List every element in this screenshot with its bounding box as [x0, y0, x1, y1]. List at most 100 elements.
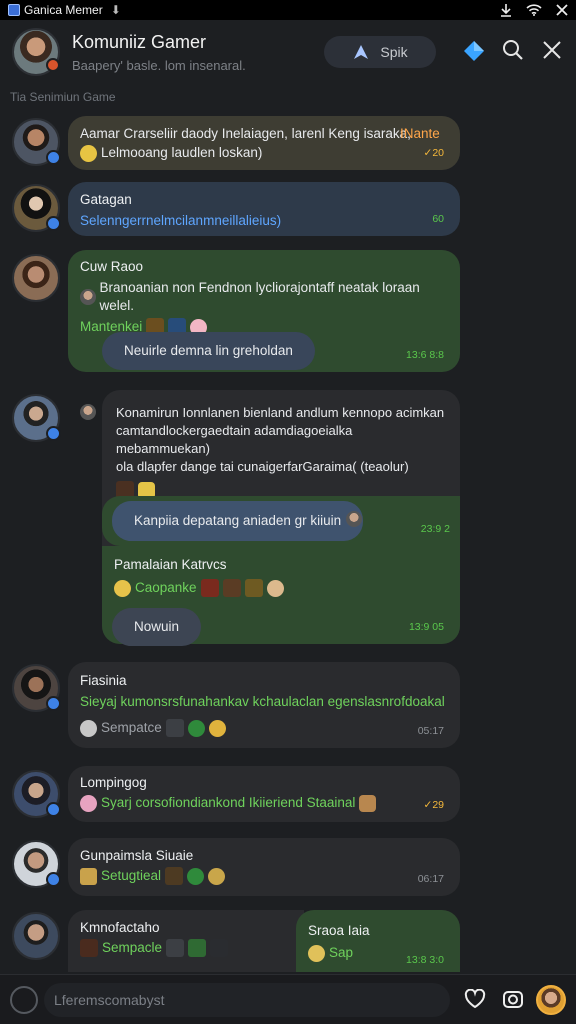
user-avatar[interactable] [536, 985, 566, 1015]
avatar[interactable] [12, 912, 60, 960]
sender-name: Gunpaimsla Siuaie [80, 848, 194, 863]
chat-title: Komuniiz Gamer [72, 31, 207, 52]
nested-reply-pill[interactable]: Nowuin [112, 608, 202, 646]
avatar[interactable] [12, 840, 61, 888]
reply-pill[interactable]: Neuirle demna lin greholdan [102, 332, 315, 370]
sticker-icon [187, 719, 205, 737]
message-bubble[interactable]: Kmnofactaho Sempacle [68, 910, 304, 972]
camera-icon[interactable] [502, 989, 524, 1009]
message-highlight-name: INante [400, 126, 440, 141]
sender-name: Gatagan [80, 192, 132, 207]
sender-name: Lompingog [80, 775, 147, 790]
avatar[interactable] [12, 254, 60, 302]
reply-bubble[interactable]: Kanpiia depatang aniaden gr kiiuin 23:9 … [102, 496, 460, 546]
search-icon[interactable] [502, 39, 524, 61]
sticker-icon [165, 719, 184, 737]
speak-button[interactable]: Spik [324, 36, 436, 68]
face-emoji-icon [266, 579, 284, 597]
avatar[interactable] [12, 184, 61, 232]
sender-name: Kmnofactaho [80, 920, 160, 935]
download-arrow-icon [501, 4, 511, 17]
message-bubble[interactable]: Lompingog Syarj corsofiondiankond Ikiier… [68, 766, 460, 822]
send-arrow-icon [354, 45, 369, 59]
sticker-icon [166, 939, 185, 957]
sticker-icon [244, 579, 263, 597]
group-avatar[interactable] [12, 28, 60, 76]
flower-emoji-icon [80, 794, 97, 812]
sticker-icon [222, 579, 241, 597]
message-input[interactable]: Lferemscomabyst [44, 983, 450, 1017]
wifi-icon [526, 4, 542, 16]
speak-button-label: Spik [380, 44, 408, 60]
message-bubble[interactable]: Cuw Raoo Branoanian non Fendnon lycliora… [68, 250, 460, 372]
message-text: Branoanian non Fendnon lycliorajontaff n… [99, 280, 420, 313]
message-time: 60 [432, 213, 444, 225]
avatar[interactable] [12, 770, 61, 818]
message-time: 06:17 [417, 873, 444, 885]
nested-message-bubble[interactable]: Pamalaian Katrvcs Caopanke Nowuin 13:9 0… [102, 546, 460, 646]
nested-sender-name: Pamalaian Katrvcs [114, 557, 227, 572]
message-time: ✓29 [423, 799, 444, 811]
bee-emoji-icon [80, 144, 97, 162]
avatar[interactable] [12, 118, 61, 166]
section-label: Tia Senimiun Game [10, 90, 116, 104]
nested-message-text: Caopanke [135, 580, 197, 595]
emoji-icon [114, 579, 131, 597]
message-bubble[interactable]: Sraoa Iaia Sap 13:8 3:0 [296, 910, 460, 972]
message-time: 13:8 3:0 [406, 954, 444, 966]
quote-line-3: ola dlapfer dange tai cunaigerfarGaraima… [116, 459, 409, 474]
message-bubble[interactable]: Aamar Crarseliir daody Inelaiagen, laren… [68, 116, 460, 170]
verified-badge-icon [46, 216, 61, 231]
face-emoji-icon [208, 867, 226, 885]
quote-line-2: camtandlockergaedtain adamdiagoeialka me… [116, 423, 353, 456]
message-bubble[interactable]: Gunpaimsla Siuaie Setugtieal 06:17 [68, 838, 460, 896]
verified-badge-icon [46, 426, 61, 441]
message-subtext: Sempatce [101, 720, 162, 735]
chat-header: Komuniiz Gamer Baapery' basle. lom insen… [0, 20, 576, 84]
message-text: Aamar Crarseliir daody Inelaiagen, laren… [80, 126, 411, 141]
reply-text: Neuirle demna lin greholdan [124, 343, 293, 358]
emoji-icon [80, 719, 97, 737]
verified-badge-icon [46, 696, 61, 711]
message-time: ✓20 [423, 147, 444, 159]
close-icon[interactable] [542, 40, 562, 60]
sender-name: Sraoa Iaia [308, 923, 370, 938]
download-icon: ⬇ [110, 3, 121, 17]
quote-line-1: Konamirun Ionnlanen bienland andlum kenn… [116, 405, 445, 420]
status-bar: Ganica Memer ⬇ [0, 0, 576, 20]
nested-reply-text: Nowuin [134, 619, 180, 634]
sticker-icon [187, 867, 205, 885]
sticker-icon [165, 867, 184, 885]
chat-subtitle: Baapery' basle. lom insenaral. [72, 57, 246, 73]
message-composer: Lferemscomabyst [0, 974, 576, 1024]
message-input-placeholder: Lferemscomabyst [54, 992, 165, 1008]
group-badge [46, 58, 60, 72]
mini-avatar [80, 404, 96, 420]
reply-pill[interactable]: Kanpiia depatang aniaden gr kiiuin [112, 501, 364, 541]
message-bubble[interactable]: Gatagan Selenngerrnelmcilanmneillalieius… [68, 182, 460, 236]
mini-avatar [346, 511, 362, 527]
header-titles[interactable]: Komuniiz Gamer Baapery' basle. lom insen… [72, 32, 246, 73]
heart-icon[interactable] [464, 989, 486, 1009]
sender-name: Fiasinia [80, 673, 127, 688]
face-emoji-icon [208, 719, 226, 737]
sticker-icon [80, 939, 98, 957]
reply-time: 23:9 2 [420, 523, 450, 535]
message-time: 05:17 [417, 725, 444, 737]
mic-icon[interactable] [10, 986, 38, 1014]
message-text: Sempacle [102, 940, 163, 955]
reply-pill-text: Kanpiia depatang aniaden gr kiiuin [134, 513, 342, 528]
close-status-icon [556, 4, 568, 16]
message-bubble[interactable]: Fiasinia Sieyaj kumonsrsfunahankav kchau… [68, 662, 460, 748]
message-time: 13:6 8:8 [406, 349, 444, 361]
diamond-icon[interactable] [462, 39, 486, 63]
sender-name: Cuw Raoo [80, 259, 144, 274]
chat-screen: Ganica Memer ⬇ Komuniiz Gamer Baapery' b… [0, 0, 576, 1024]
sticker-icon [200, 579, 219, 597]
avatar[interactable] [12, 394, 61, 442]
verified-badge-icon [46, 872, 61, 887]
message-text: Sap [329, 945, 354, 960]
avatar[interactable] [12, 664, 61, 712]
message-text-2: Lelmooang laudlen loskan) [101, 145, 263, 160]
emoji-icon [308, 944, 325, 962]
